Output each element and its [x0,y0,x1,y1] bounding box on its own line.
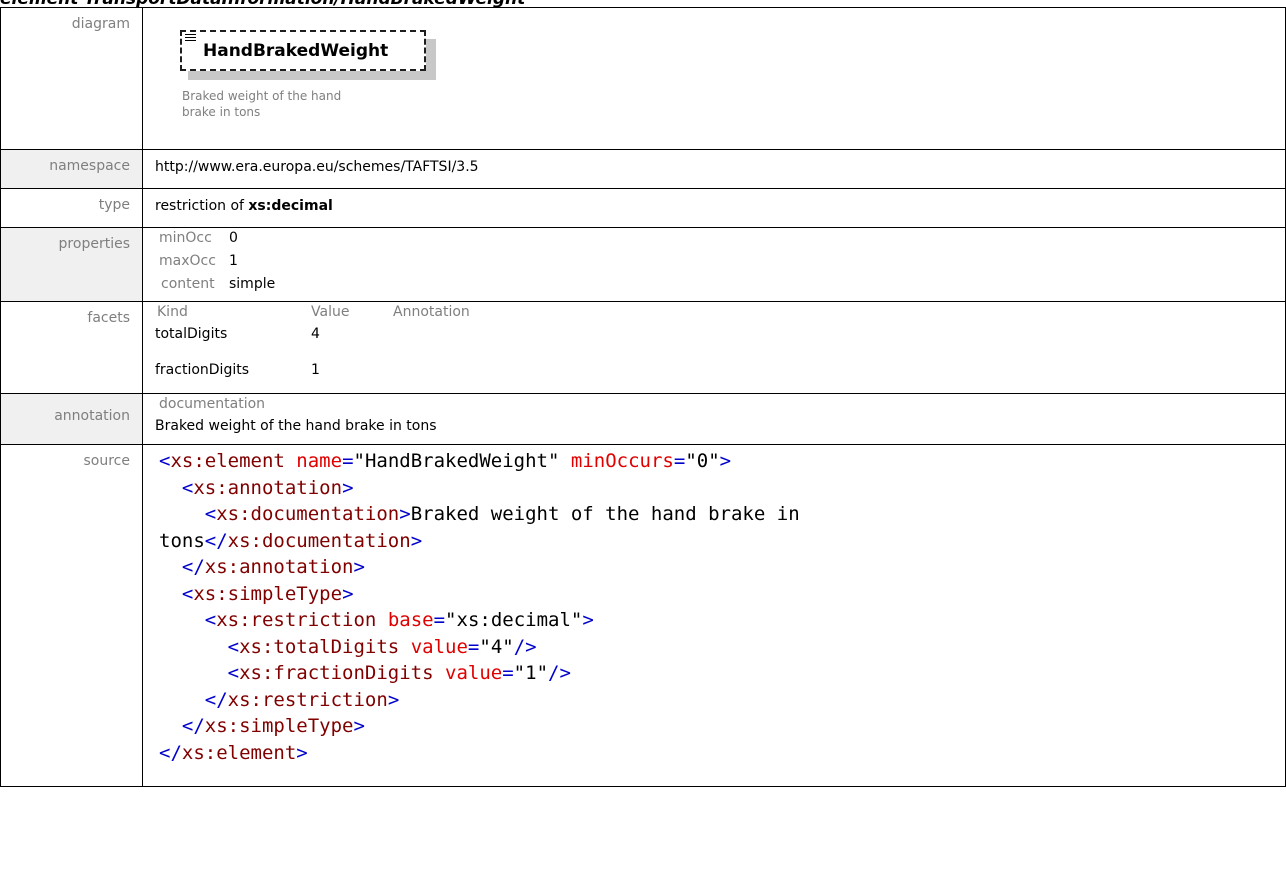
facets-cell: Kind Value Annotation totalDigits 4 frac… [142,301,1286,394]
namespace-value: http://www.era.europa.eu/schemes/TAFTSI/… [155,159,479,175]
annotation-label: annotation [0,393,143,445]
source-row: source <xs:element name="HandBrakedWeigh… [0,444,1286,787]
diagram-row: diagram HandBrakedWeight Braked weight o… [0,7,1286,150]
namespace-cell: http://www.era.europa.eu/schemes/TAFTSI/… [142,149,1286,189]
type-row: type restriction of xs:decimal [0,188,1286,228]
type-cell: restriction of xs:decimal [142,188,1286,228]
annotation-row: annotation documentation Braked weight o… [0,393,1286,445]
facet-row: totalDigits 4 [155,326,320,342]
facets-label: facets [0,301,143,394]
facets-row: facets Kind Value Annotation totalDigits… [0,301,1286,394]
type-label: type [0,188,143,228]
type-value: restriction of xs:decimal [155,198,333,214]
annotation-cell: documentation Braked weight of the hand … [142,393,1286,445]
facets-inner-table: Kind Value Annotation totalDigits 4 frac… [155,304,470,392]
source-label: source [0,444,143,787]
source-cell: <xs:element name="HandBrakedWeight" minO… [142,444,1286,787]
diagram-element-box[interactable]: HandBrakedWeight [180,30,426,71]
source-code: <xs:element name="HandBrakedWeight" minO… [159,450,800,764]
property-row: minOcc 0 [159,230,238,246]
facet-row: fractionDigits 1 [155,362,320,378]
annotation-text: Braked weight of the hand brake in tons [155,418,437,434]
properties-row: properties minOcc 0 maxOcc 1 content sim… [0,227,1286,302]
facets-header-row: Kind Value Annotation [157,304,470,320]
properties-inner-table: minOcc 0 maxOcc 1 content simple [159,230,275,299]
properties-label: properties [0,227,143,302]
annotation-header: documentation [159,396,266,412]
property-row: maxOcc 1 [159,253,238,269]
diagram-element-name: HandBrakedWeight [203,41,389,61]
property-row: content simple [161,276,276,292]
diagram-cell: HandBrakedWeight Braked weight of the ha… [142,7,1286,150]
namespace-row: namespace http://www.era.europa.eu/schem… [0,149,1286,189]
namespace-label: namespace [0,149,143,189]
diagram-description: Braked weight of the hand brake in tons [182,89,342,119]
properties-table: diagram HandBrakedWeight Braked weight o… [0,7,1286,787]
documentation-icon [185,34,196,43]
properties-cell: minOcc 0 maxOcc 1 content simple [142,227,1286,302]
type-base[interactable]: xs:decimal [248,198,332,214]
diagram-label: diagram [0,7,143,150]
